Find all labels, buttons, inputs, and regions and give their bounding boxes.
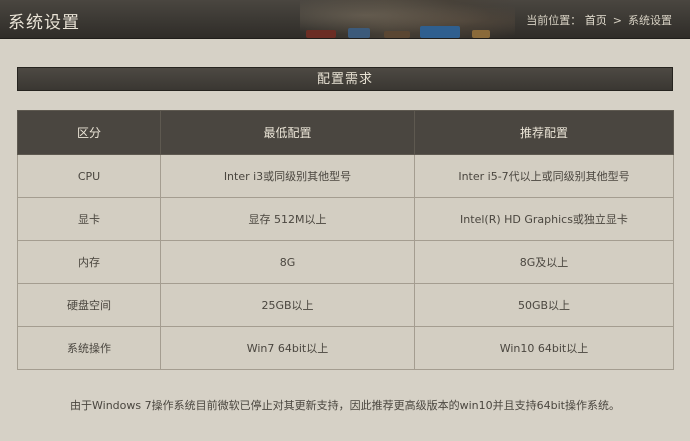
row-label: 内存 [17,240,161,284]
row-label: 系统操作 [17,326,161,370]
table-row: 系统操作 Win7 64bit以上 Win10 64bit以上 [17,326,674,370]
page-header: 系统设置 当前位置： 首页 > 系统设置 [0,0,690,39]
breadcrumb-separator: > [612,14,622,27]
recommended-value: Intel(R) HD Graphics或独立显卡 [414,197,674,241]
header-category: 区分 [17,110,161,155]
recommended-value: Inter i5-7代以上或同级别其他型号 [414,154,674,198]
minimum-value: Inter i3或同级别其他型号 [160,154,415,198]
requirements-table: 区分 最低配置 推荐配置 CPU Inter i3或同级别其他型号 Inter … [17,110,674,370]
row-label: 硬盘空间 [17,283,161,327]
recommended-value: 8G及以上 [414,240,674,284]
section-title-bar: 配置需求 [17,67,673,91]
row-label: 显卡 [17,197,161,241]
section-title: 配置需求 [316,72,373,87]
breadcrumb-current: 系统设置 [628,14,672,27]
recommended-value: 50GB以上 [414,283,674,327]
table-header-row: 区分 最低配置 推荐配置 [17,110,674,155]
breadcrumb-home-link[interactable]: 首页 [585,14,607,27]
footnote-text: 由于Windows 7操作系统目前微软已停止对其更新支持，因此推荐更高级版本的w… [70,399,620,412]
header-banner-art [300,0,515,38]
header-recommended: 推荐配置 [414,110,674,155]
breadcrumb-prefix: 当前位置： [526,14,582,27]
header-minimum: 最低配置 [160,110,415,155]
table-row: CPU Inter i3或同级别其他型号 Inter i5-7代以上或同级别其他… [17,154,674,198]
table-row: 显卡 显存 512M以上 Intel(R) HD Graphics或独立显卡 [17,197,674,241]
page-title: 系统设置 [8,13,80,33]
row-label: CPU [17,154,161,198]
table-row: 硬盘空间 25GB以上 50GB以上 [17,283,674,327]
recommended-value: Win10 64bit以上 [414,326,674,370]
table-row: 内存 8G 8G及以上 [17,240,674,284]
minimum-value: 25GB以上 [160,283,415,327]
minimum-value: 显存 512M以上 [160,197,415,241]
minimum-value: Win7 64bit以上 [160,326,415,370]
minimum-value: 8G [160,240,415,284]
breadcrumb: 当前位置： 首页 > 系统设置 [526,12,672,28]
